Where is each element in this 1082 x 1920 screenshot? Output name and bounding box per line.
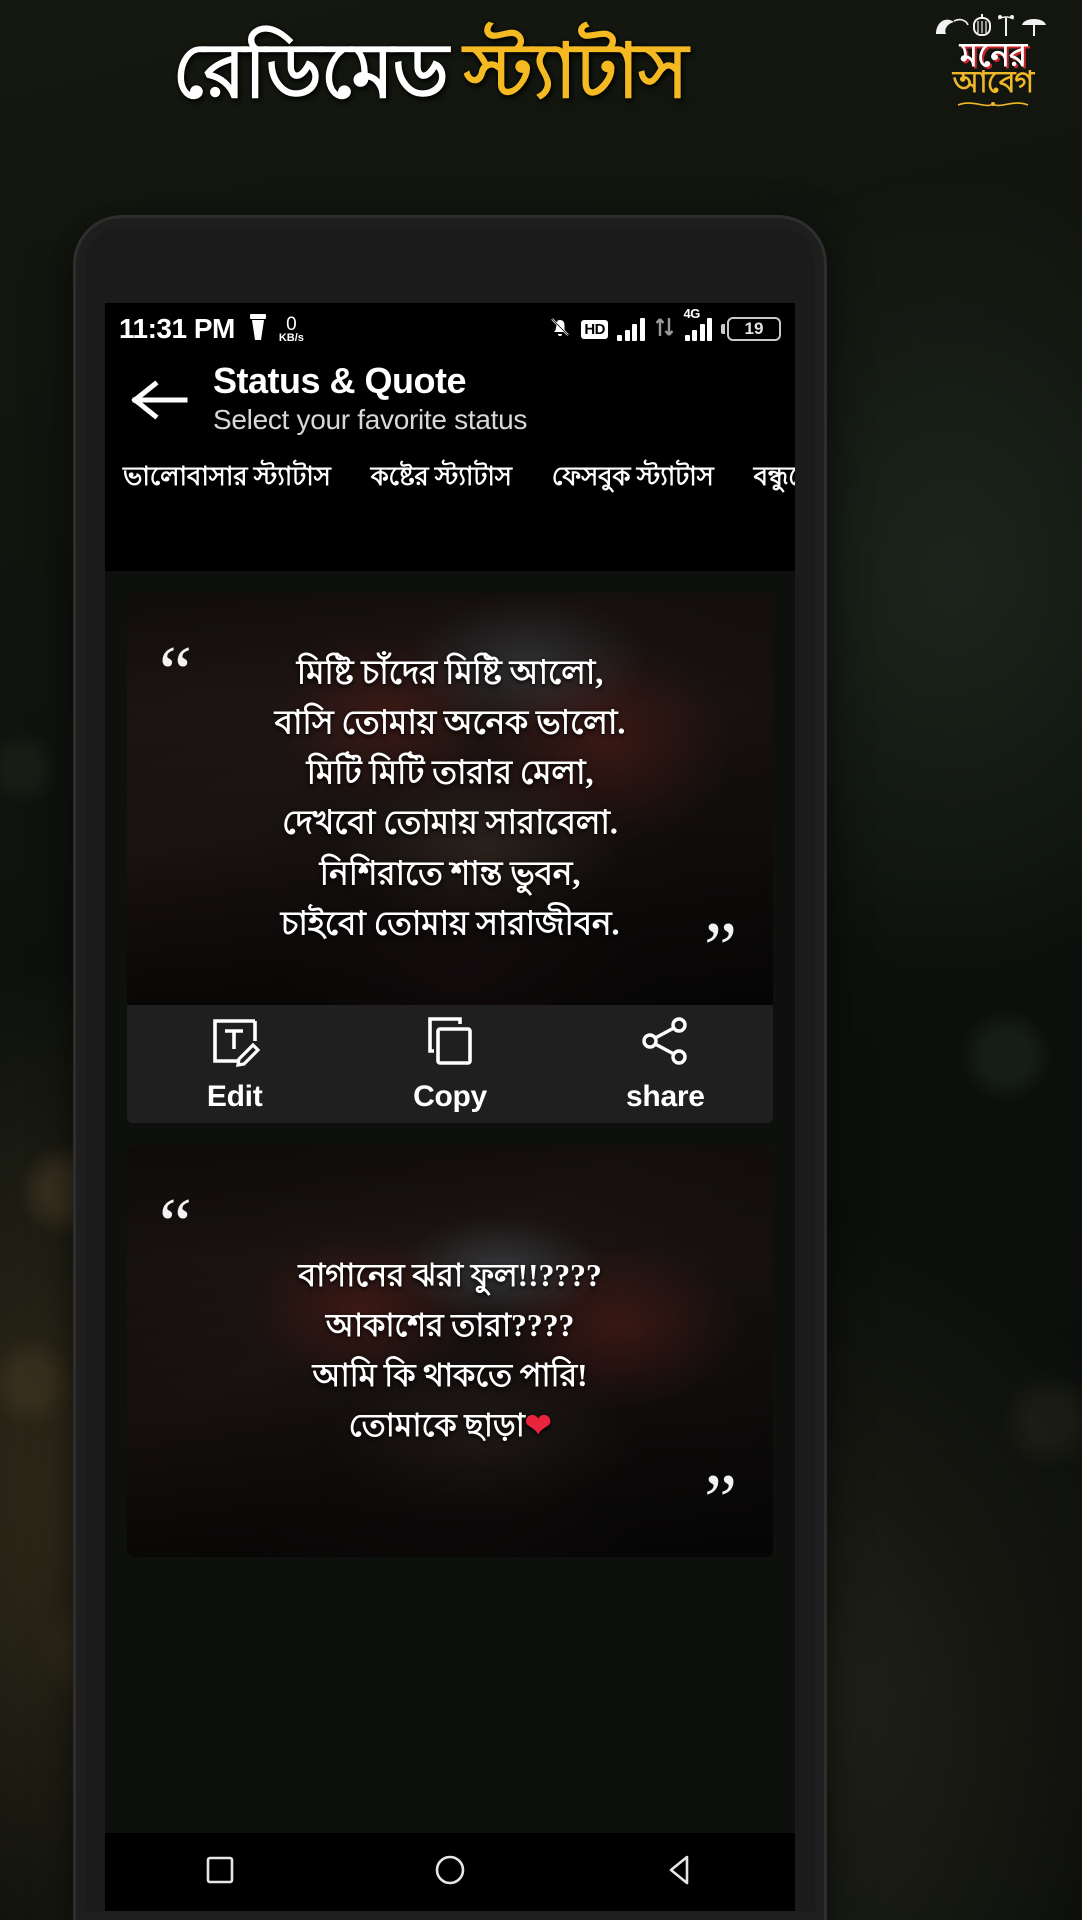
quote-card-1-image: “ ” মিষ্টি চাঁদের মিষ্টি আলো, বাসি তোমায…: [127, 593, 773, 1005]
app-bar-texts: Status & Quote Select your favorite stat…: [213, 360, 795, 437]
back-arrow-icon: [127, 376, 191, 429]
promo-header: রেডিমেড স্ট্যাটাস মনের আবেগ: [0, 0, 1082, 175]
page-subtitle: Select your favorite status: [213, 404, 528, 436]
network-label: 4G: [683, 306, 701, 321]
status-bar: 11:31 PM 0 KB/s HD 4G 19: [105, 303, 795, 355]
status-bar-right: HD 4G 19: [548, 306, 781, 345]
status-list[interactable]: “ ” মিষ্টি চাঁদের মিষ্টি আলো, বাসি তোমায…: [105, 571, 795, 1833]
promo-title-word2: স্ট্যাটাস: [463, 29, 689, 114]
circle-icon: [434, 1854, 466, 1891]
brand-ornament-top-icon: [928, 12, 1058, 38]
phone-screen: 11:31 PM 0 KB/s HD 4G 19 Status & Quote …: [105, 303, 795, 1911]
quote-line: চাইবো তোমায় সারাজীবন.: [280, 906, 620, 943]
home-button[interactable]: [390, 1833, 510, 1911]
android-nav-bar[interactable]: [105, 1833, 795, 1911]
quote-line: বাগানের ঝরা ফুল!!????: [298, 1257, 602, 1294]
signal-bars-icon: [617, 317, 645, 341]
copy-button[interactable]: Copy: [342, 1015, 557, 1114]
quote-card-1-actions: Edit Copy share: [127, 1005, 773, 1123]
battery-icon: 19: [721, 317, 781, 341]
data-rate-unit: KB/s: [278, 331, 304, 344]
hd-icon: HD: [581, 319, 608, 339]
copy-icon: [424, 1015, 476, 1072]
open-quote-icon: “: [159, 1184, 192, 1266]
quote-line: মিটি মিটি তারার মেলা,: [306, 755, 594, 792]
data-rate-value: 0: [286, 313, 297, 335]
triangle-back-icon: [665, 1854, 695, 1891]
promo-title-word1: রেডিমেড: [172, 29, 449, 114]
quote-line: মিষ্টি চাঁদের মিষ্টি আলো,: [296, 655, 604, 692]
flashlight-icon: [249, 313, 267, 346]
back-nav-button[interactable]: [620, 1833, 740, 1911]
battery-level: 19: [727, 317, 781, 341]
brand-logo: মনের আবেগ: [928, 12, 1058, 130]
brand-ornament-bottom-icon: [928, 99, 1058, 115]
tab-facebook-status[interactable]: ফেসবুক স্ট্যাটাস: [552, 456, 714, 500]
edit-label: Edit: [206, 1079, 263, 1113]
quote-card-2-image: “ ” বাগানের ঝরা ফুল!!???? আকাশের তারা???…: [127, 1145, 773, 1557]
network-type-icon: 4G: [684, 306, 712, 341]
data-transfer-icon: [654, 314, 676, 345]
back-button[interactable]: [105, 368, 213, 429]
phone-frame: 11:31 PM 0 KB/s HD 4G 19 Status & Quote …: [76, 218, 824, 1920]
quote-line: দেখবো তোমায় সারাবেলা.: [282, 806, 618, 842]
quote-card-2[interactable]: “ ” বাগানের ঝরা ফুল!!???? আকাশের তারা???…: [127, 1145, 773, 1557]
tab-sad-status[interactable]: কষ্টের স্ট্যাটাস: [371, 456, 512, 500]
share-label: share: [626, 1079, 705, 1113]
quote-line: নিশিরাতে শান্ত ভুবন,: [319, 856, 581, 893]
quote-line-text: তোমাকে ছাড়া: [348, 1406, 525, 1443]
brand-name-line2: আবেগ: [952, 66, 1034, 99]
tab-love-status[interactable]: ভালোবাসার স্ট্যাটাস: [123, 456, 331, 500]
share-icon: [639, 1015, 691, 1072]
close-quote-icon: ”: [704, 1459, 737, 1542]
quote-line-with-heart: তোমাকে ছাড়া❤: [145, 1401, 755, 1451]
quote-card-2-text: বাগানের ঝরা ফুল!!???? আকাশের তারা???? আম…: [127, 1251, 773, 1451]
quote-line: আমি কি থাকতে পারি!: [312, 1357, 588, 1393]
quote-line: বাসি তোমায় অনেক ভালো.: [274, 705, 626, 742]
recents-button[interactable]: [160, 1833, 280, 1911]
tab-friendship-status[interactable]: বন্ধুত্বের স্ট্যাটাস: [754, 456, 795, 500]
data-rate-indicator: 0 KB/s: [279, 315, 304, 344]
promo-title: রেডিমেড স্ট্যাটাস: [0, 34, 860, 110]
copy-label: Copy: [413, 1079, 487, 1113]
quote-card-1-text: মিষ্টি চাঁদের মিষ্টি আলো, বাসি তোমায় অন…: [127, 649, 773, 950]
share-button[interactable]: share: [558, 1015, 773, 1114]
app-bar: Status & Quote Select your favorite stat…: [105, 355, 795, 441]
bell-muted-icon: [548, 315, 572, 344]
tab-bar[interactable]: ভালোবাসার স্ট্যাটাস কষ্টের স্ট্যাটাস ফেস…: [105, 440, 795, 515]
battery-nub: [721, 324, 725, 334]
square-icon: [205, 1855, 235, 1890]
status-bar-left: 11:31 PM 0 KB/s: [119, 313, 304, 346]
heart-icon: ❤: [524, 1406, 552, 1443]
edit-icon: [209, 1015, 261, 1072]
quote-line: আকাশের তারা????: [325, 1307, 575, 1344]
quote-card-1[interactable]: “ ” মিষ্টি চাঁদের মিষ্টি আলো, বাসি তোমায…: [127, 593, 773, 1123]
page-title: Status & Quote: [213, 360, 467, 401]
status-time: 11:31 PM: [119, 313, 235, 344]
edit-button[interactable]: Edit: [127, 1015, 342, 1114]
